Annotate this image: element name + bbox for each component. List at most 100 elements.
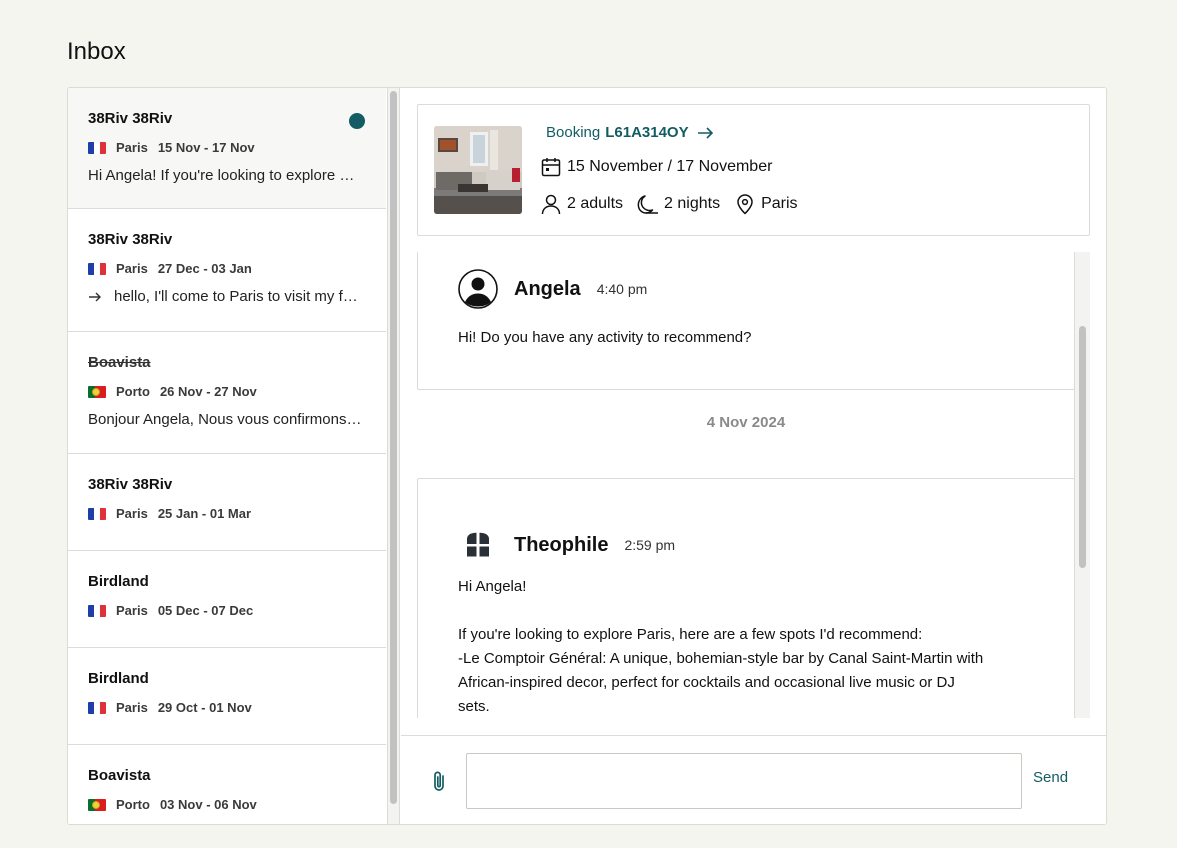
france-flag-icon (88, 701, 106, 714)
moon-icon (637, 195, 659, 214)
guests-stat: 2 adults (540, 193, 623, 215)
calendar-icon (541, 158, 561, 177)
conversation-item[interactable]: Birdland Paris 29 Oct - 01 Nov (68, 648, 386, 745)
date-separator: 4 Nov 2024 (706, 414, 786, 431)
conversation-list: 38Riv 38Riv Paris 15 Nov - 17 Nov Hi Ang… (68, 88, 386, 824)
preview-text: Bonjour Angela, Nous vous confirmons vot… (88, 411, 364, 428)
message-composer: Send (401, 735, 1106, 824)
conversation-location: Porto (116, 384, 150, 399)
conversation-dates: 05 Dec - 07 Dec (157, 603, 254, 618)
conversation-detail: Booking L61A314OY 15 November / 17 Novem… (401, 88, 1106, 824)
message-author: Theophile (514, 533, 609, 556)
france-flag-icon (88, 262, 106, 275)
scrollbar-thumb[interactable] (390, 91, 397, 804)
conversation-item[interactable]: 38Riv 38Riv Paris 15 Nov - 17 Nov Hi Ang… (68, 88, 386, 209)
nights-text: 2 nights (664, 195, 721, 212)
unread-indicator (349, 113, 365, 129)
host-logo-icon (467, 532, 489, 557)
message-time: 2:59 pm (624, 537, 676, 553)
conversation-meta: Paris 15 Nov - 17 Nov (88, 140, 255, 155)
conversation-item[interactable]: Birdland Paris 05 Dec - 07 Dec (68, 551, 386, 648)
portugal-flag-icon (88, 385, 106, 398)
preview-text: Hi Angela! If you're looking to explore … (88, 167, 364, 184)
avatar-icon (458, 269, 498, 309)
conversation-dates: 03 Nov - 06 Nov (159, 797, 257, 812)
message-header: Theophile 2:59 pm (458, 525, 675, 565)
conversation-dates: 27 Dec - 03 Jan (157, 261, 252, 276)
conversation-name: Birdland (88, 573, 149, 590)
conversation-preview: hello, I'll come to Paris to visit my fa… (88, 288, 364, 305)
message-header: Angela 4:40 pm (458, 269, 647, 309)
guests-text: 2 adults (567, 195, 624, 212)
conversation-dates: 15 Nov - 17 Nov (157, 140, 255, 155)
scrollbar-thumb[interactable] (1079, 326, 1086, 568)
message-line: African-inspired decor, perfect for cock… (458, 674, 955, 691)
outgoing-arrow-icon (89, 292, 101, 301)
message-line (458, 599, 1048, 623)
message-author: Angela (514, 277, 581, 300)
message-line: -Le Comptoir Général: A unique, bohemian… (458, 650, 984, 667)
conversation-name: 38Riv 38Riv (88, 110, 173, 127)
location-stat: Paris (734, 193, 798, 215)
booking-link[interactable]: Booking L61A314OY (546, 124, 714, 141)
message-line: sets. (458, 698, 490, 715)
page-title: Inbox (67, 38, 126, 65)
conversation-meta: Porto 26 Nov - 27 Nov (88, 384, 257, 399)
conversation-item[interactable]: Boavista Porto 26 Nov - 27 Nov Bonjour A… (68, 332, 386, 454)
conversation-item[interactable]: Boavista Porto 03 Nov - 06 Nov (68, 745, 386, 824)
arrow-right-icon (697, 126, 713, 139)
france-flag-icon (88, 507, 106, 520)
conversation-location: Paris (116, 261, 148, 276)
conversation-preview: Hi Angela! If you're looking to explore … (88, 167, 364, 184)
conversation-meta: Porto 03 Nov - 06 Nov (88, 797, 257, 812)
inbox-frame: 38Riv 38Riv Paris 15 Nov - 17 Nov Hi Ang… (67, 87, 1107, 825)
booking-stats: 2 adults 2 nights Paris (540, 193, 812, 215)
conversation-meta: Paris 29 Oct - 01 Nov (88, 700, 252, 715)
booking-dates: 15 November / 17 November (540, 156, 772, 178)
message-card: Angela 4:40 pm Hi! Do you have any activ… (417, 252, 1075, 390)
message-body: Hi! Do you have any activity to recommen… (458, 329, 752, 346)
conversation-dates: 25 Jan - 01 Mar (157, 506, 252, 521)
booking-label: Booking (546, 124, 601, 141)
message-line: If you're looking to explore Paris, here… (458, 626, 923, 643)
france-flag-icon (88, 141, 106, 154)
paperclip-icon[interactable] (429, 769, 451, 793)
conversation-item[interactable]: 38Riv 38Riv Paris 27 Dec - 03 Jan hello,… (68, 209, 386, 332)
message-card: Theophile 2:59 pm Hi Angela! If you're l… (417, 478, 1075, 718)
booking-card: Booking L61A314OY 15 November / 17 Novem… (417, 104, 1090, 236)
booking-code: L61A314OY (605, 124, 689, 141)
conversation-location: Paris (116, 140, 148, 155)
room-photo (434, 126, 522, 214)
preview-text: hello, I'll come to Paris to visit my fa… (114, 288, 364, 305)
conversation-dates: 29 Oct - 01 Nov (157, 700, 252, 715)
location-text: Paris (761, 195, 798, 212)
conversation-name: 38Riv 38Riv (88, 231, 173, 248)
conversation-location: Paris (116, 506, 148, 521)
conversation-meta: Paris 25 Jan - 01 Mar (88, 506, 251, 521)
conversation-name: Boavista (88, 767, 151, 784)
portugal-flag-icon (88, 798, 106, 811)
message-body: Hi Angela! If you're looking to explore … (458, 575, 1048, 718)
conversation-meta: Paris 27 Dec - 03 Jan (88, 261, 252, 276)
conversation-name: Boavista (88, 354, 151, 371)
conversation-list-scrollbar[interactable] (387, 88, 400, 824)
thread-scrollbar[interactable] (1074, 252, 1090, 718)
nights-stat: 2 nights (637, 193, 720, 215)
conversation-dates: 26 Nov - 27 Nov (159, 384, 257, 399)
location-pin-icon (737, 194, 753, 215)
france-flag-icon (88, 604, 106, 617)
message-time: 4:40 pm (596, 281, 648, 297)
booking-dates-text: 15 November / 17 November (567, 158, 773, 175)
conversation-item[interactable]: 38Riv 38Riv Paris 25 Jan - 01 Mar (68, 454, 386, 551)
conversation-name: Birdland (88, 670, 149, 687)
message-line: Hi Angela! (458, 578, 527, 595)
conversation-preview: Bonjour Angela, Nous vous confirmons vot… (88, 411, 364, 428)
conversation-location: Porto (116, 797, 150, 812)
conversation-name: 38Riv 38Riv (88, 476, 173, 493)
conversation-location: Paris (116, 603, 148, 618)
message-input[interactable] (466, 753, 1022, 809)
send-button[interactable]: Send (1033, 769, 1068, 786)
message-thread: Angela 4:40 pm Hi! Do you have any activ… (417, 252, 1090, 718)
conversation-meta: Paris 05 Dec - 07 Dec (88, 603, 253, 618)
conversation-location: Paris (116, 700, 148, 715)
